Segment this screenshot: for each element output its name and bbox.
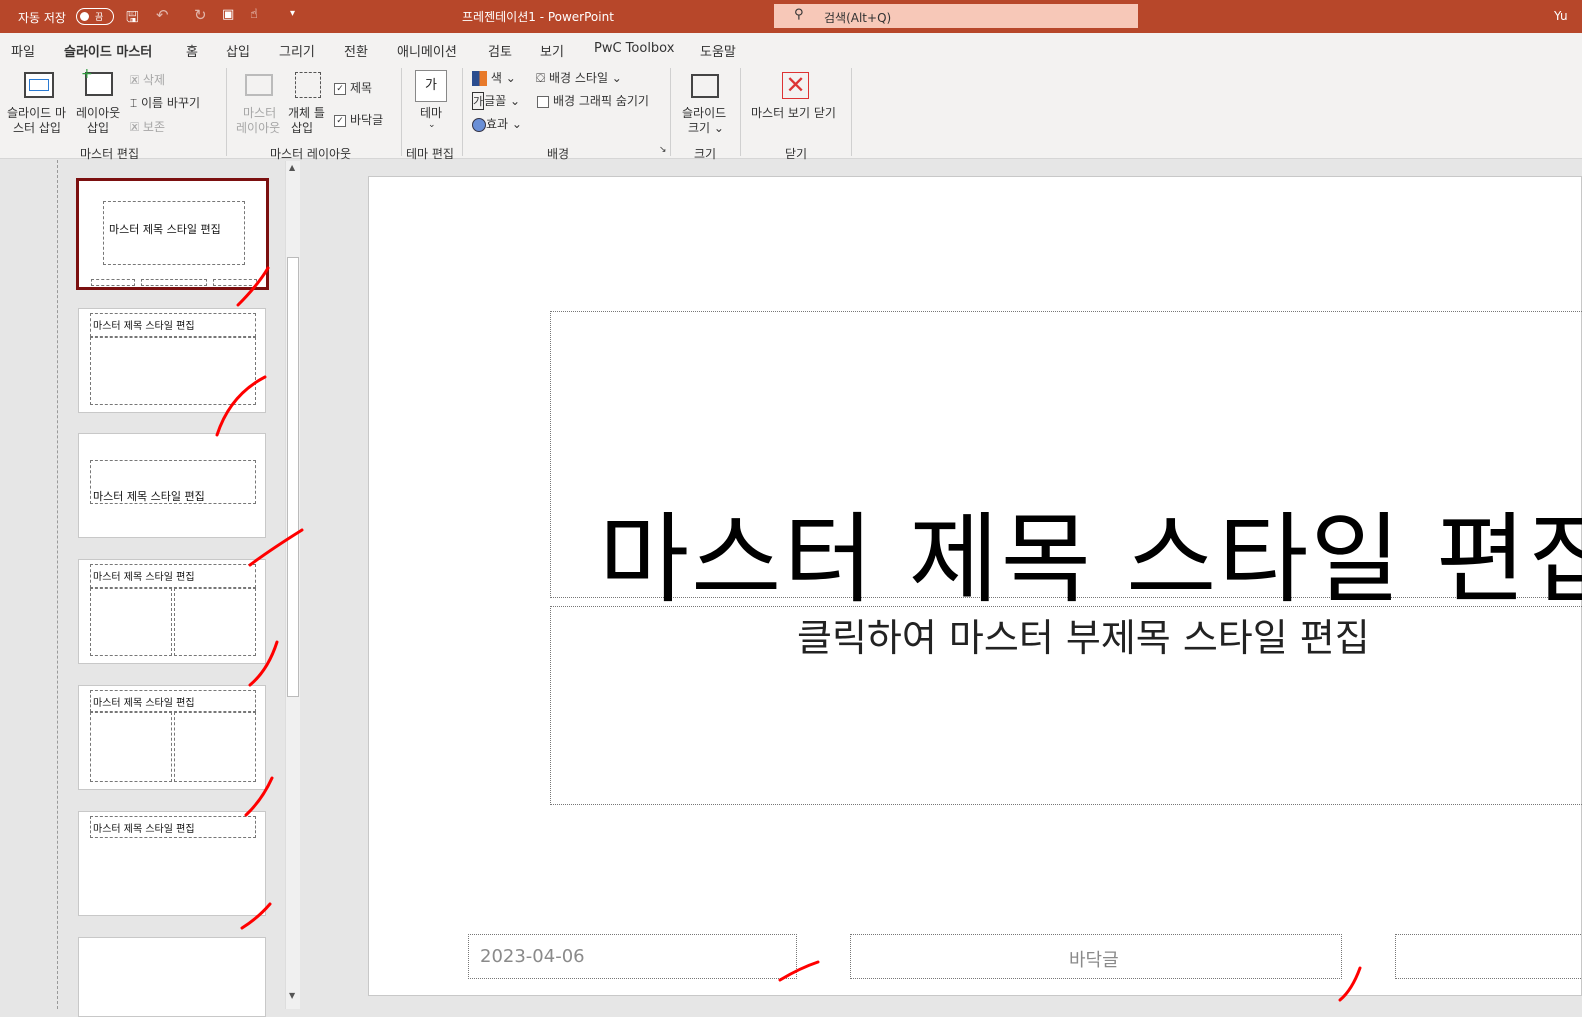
annotation-stroke xyxy=(248,640,279,687)
annotation-stroke xyxy=(1338,966,1362,1002)
annotation-strokes xyxy=(215,266,1362,1002)
annotation-stroke xyxy=(236,266,270,307)
annotation-stroke xyxy=(244,776,274,817)
annotation-stroke xyxy=(215,375,267,437)
annotation-stroke xyxy=(240,902,272,930)
annotation-stroke xyxy=(248,528,304,567)
annotation-stroke xyxy=(778,960,820,982)
